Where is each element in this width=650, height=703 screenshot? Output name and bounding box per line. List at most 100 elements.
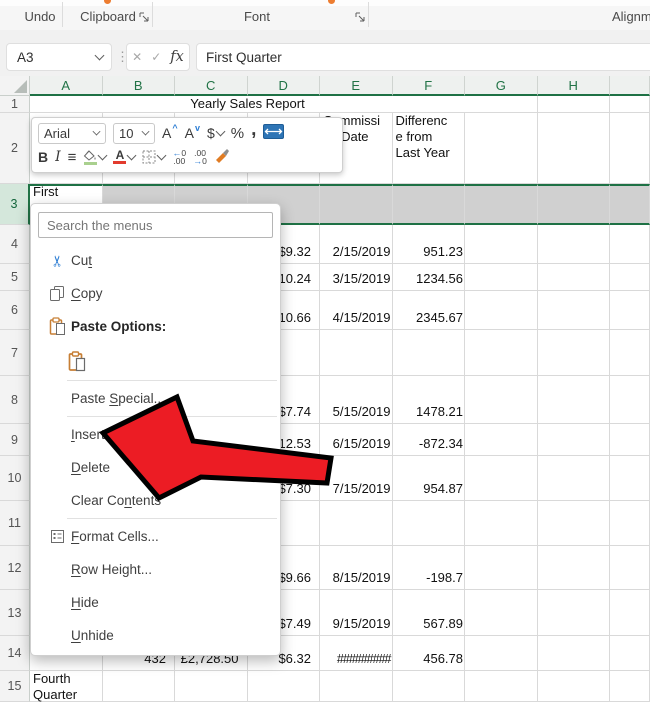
menu-item-paste-special[interactable]: Paste Special... [31,382,280,415]
cell-I2[interactable] [610,113,650,184]
accounting-format-icon[interactable]: $ [207,125,224,141]
row-header-4[interactable]: 4 [0,225,30,264]
row-header-12[interactable]: 12 [0,546,30,590]
column-header-f[interactable]: F [393,76,466,96]
format-painter-icon[interactable] [214,148,230,166]
menu-item-copy[interactable]: Copy [31,277,280,310]
menu-item-clear-contents[interactable]: Clear Contents [31,484,280,517]
cell-F9[interactable] [393,424,466,456]
cell-I11[interactable] [610,501,650,546]
percent-style-icon[interactable]: % [231,125,244,142]
fill-color-icon[interactable] [83,150,106,165]
cell-E9[interactable] [320,424,393,456]
grow-font-icon[interactable]: A^ [162,125,178,141]
row-header-5[interactable]: 5 [0,264,30,291]
font-size-combo[interactable]: 10 [113,123,155,144]
font-dialog-launcher-icon[interactable] [354,11,366,23]
column-header-i[interactable] [610,76,650,96]
row-header-10[interactable]: 10 [0,456,30,501]
cell-H11[interactable] [538,501,611,546]
column-header-g[interactable]: G [465,76,538,96]
increase-decimal-icon[interactable]: ←0.00 [172,149,186,165]
cell-H13[interactable] [538,590,611,636]
cell-F13[interactable] [393,590,466,636]
cell-B1[interactable] [103,96,176,113]
cell-F4[interactable] [393,225,466,264]
cell-H2[interactable] [538,113,611,184]
cell-I3[interactable] [610,184,650,225]
cell-I13[interactable] [610,590,650,636]
cell-F2[interactable] [393,113,466,184]
column-header-e[interactable]: E [320,76,393,96]
name-box[interactable]: A3 [6,43,112,71]
menu-item-paste[interactable] [31,343,280,379]
cell-E3[interactable] [320,184,393,225]
row-header-15[interactable]: 15 [0,671,30,702]
cell-G3[interactable] [465,184,538,225]
menu-item-unhide[interactable]: Unhide [31,619,280,652]
cell-H12[interactable] [538,546,611,590]
cell-I4[interactable] [610,225,650,264]
cell-H9[interactable] [538,424,611,456]
cell-F5[interactable] [393,264,466,291]
row-header-2[interactable]: 2 [0,113,30,184]
cell-I6[interactable] [610,291,650,330]
row-header-1[interactable]: 1 [0,96,30,113]
comma-style-icon[interactable]: , [251,119,256,141]
cell-H8[interactable] [538,376,611,424]
cell-G5[interactable] [465,264,538,291]
cell-G1[interactable] [465,96,538,113]
cell-F8[interactable] [393,376,466,424]
cell-F6[interactable] [393,291,466,330]
select-all-corner[interactable] [0,76,30,96]
enter-icon[interactable]: ✓ [151,50,161,64]
center-align-icon[interactable]: ≡ [68,149,77,166]
cell-F12[interactable] [393,546,466,590]
cell-G4[interactable] [465,225,538,264]
cell-H5[interactable] [538,264,611,291]
decrease-decimal-icon[interactable]: .00→0 [193,149,207,165]
column-header-c[interactable]: C [175,76,248,96]
search-input[interactable] [38,212,273,238]
cell-C15[interactable] [175,671,248,702]
cell-I14[interactable] [610,636,650,671]
row-header-13[interactable]: 13 [0,590,30,636]
row-header-6[interactable]: 6 [0,291,30,330]
cell-F15[interactable] [393,671,466,702]
cell-G13[interactable] [465,590,538,636]
cell-E12[interactable] [320,546,393,590]
row-header-7[interactable]: 7 [0,330,30,376]
cell-H10[interactable] [538,456,611,501]
cell-G7[interactable] [465,330,538,376]
cell-H3[interactable] [538,184,611,225]
cell-C1[interactable] [175,96,248,113]
cell-E8[interactable] [320,376,393,424]
cell-F7[interactable] [393,330,466,376]
font-name-combo[interactable]: Arial [38,123,106,144]
cell-I9[interactable] [610,424,650,456]
cell-I15[interactable] [610,671,650,702]
bold-icon[interactable]: B [38,149,48,165]
shrink-font-icon[interactable]: Av [185,125,200,141]
cell-A1[interactable] [30,96,103,113]
cell-E11[interactable] [320,501,393,546]
cell-H6[interactable] [538,291,611,330]
cell-G11[interactable] [465,501,538,546]
row-header-11[interactable]: 11 [0,501,30,546]
insert-function-icon[interactable]: fx [170,49,184,65]
cell-E14[interactable] [320,636,393,671]
font-color-icon[interactable]: A [113,150,135,164]
cell-H1[interactable] [538,96,611,113]
column-header-a[interactable]: A [30,76,103,96]
cell-I5[interactable] [610,264,650,291]
cell-G8[interactable] [465,376,538,424]
cell-E15[interactable] [320,671,393,702]
cell-G12[interactable] [465,546,538,590]
row-header-14[interactable]: 14 [0,636,30,671]
cell-G9[interactable] [465,424,538,456]
cell-E5[interactable] [320,264,393,291]
menu-item-paste-options[interactable]: Paste Options: [31,310,280,343]
cell-I1[interactable] [610,96,650,113]
menu-item-delete[interactable]: Delete [31,451,280,484]
formula-input[interactable]: First Quarter [196,43,650,71]
